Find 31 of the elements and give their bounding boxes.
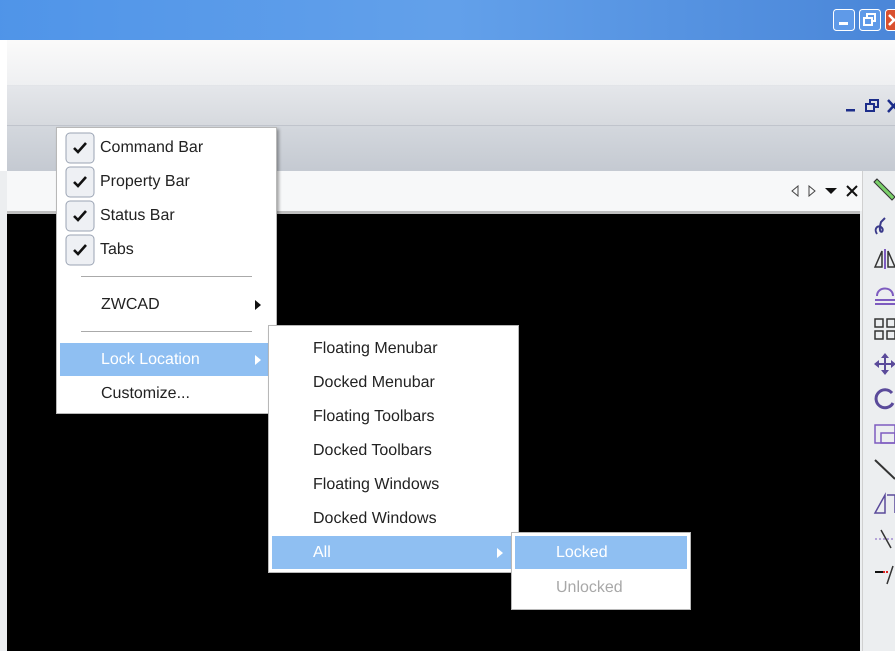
menu-item[interactable]: Command Bar (60, 131, 273, 164)
menu-item[interactable]: Floating Windows (272, 468, 515, 501)
submenu-arrow-icon (497, 548, 503, 558)
submenu-arrow-icon (255, 300, 261, 310)
checkmark-icon (65, 132, 95, 164)
dropdown-icon[interactable] (825, 187, 837, 195)
menu-item[interactable]: Property Bar (60, 165, 273, 198)
rotate-icon[interactable] (873, 387, 895, 411)
checkmark-icon (65, 166, 95, 198)
menu-item[interactable]: Floating Menubar (272, 332, 515, 365)
menu-item[interactable]: Docked Menubar (272, 366, 515, 399)
menu-item[interactable]: Floating Toolbars (272, 400, 515, 433)
restore-icon[interactable] (865, 98, 879, 112)
close-icon[interactable] (887, 98, 895, 112)
move-icon[interactable] (873, 352, 895, 376)
pencil-icon[interactable] (873, 177, 895, 201)
grid-icon[interactable] (873, 317, 895, 341)
scroll-right-icon[interactable] (808, 185, 816, 197)
line-icon[interactable] (873, 457, 895, 481)
menu-item[interactable]: Docked Windows (272, 502, 515, 535)
mirror-icon[interactable] (873, 247, 895, 271)
menu-item[interactable]: Docked Toolbars (272, 434, 515, 467)
checkmark-icon (65, 234, 95, 266)
submenu-arrow-icon (255, 354, 261, 364)
checkmark-icon (65, 200, 95, 232)
menu-item[interactable]: Status Bar (60, 199, 273, 232)
menu-item[interactable]: ZWCAD (60, 288, 273, 321)
scroll-left-icon[interactable] (791, 185, 799, 197)
scale-icon[interactable] (873, 422, 895, 446)
menu-item[interactable]: Tabs (60, 233, 273, 266)
close-icon[interactable] (846, 185, 858, 197)
